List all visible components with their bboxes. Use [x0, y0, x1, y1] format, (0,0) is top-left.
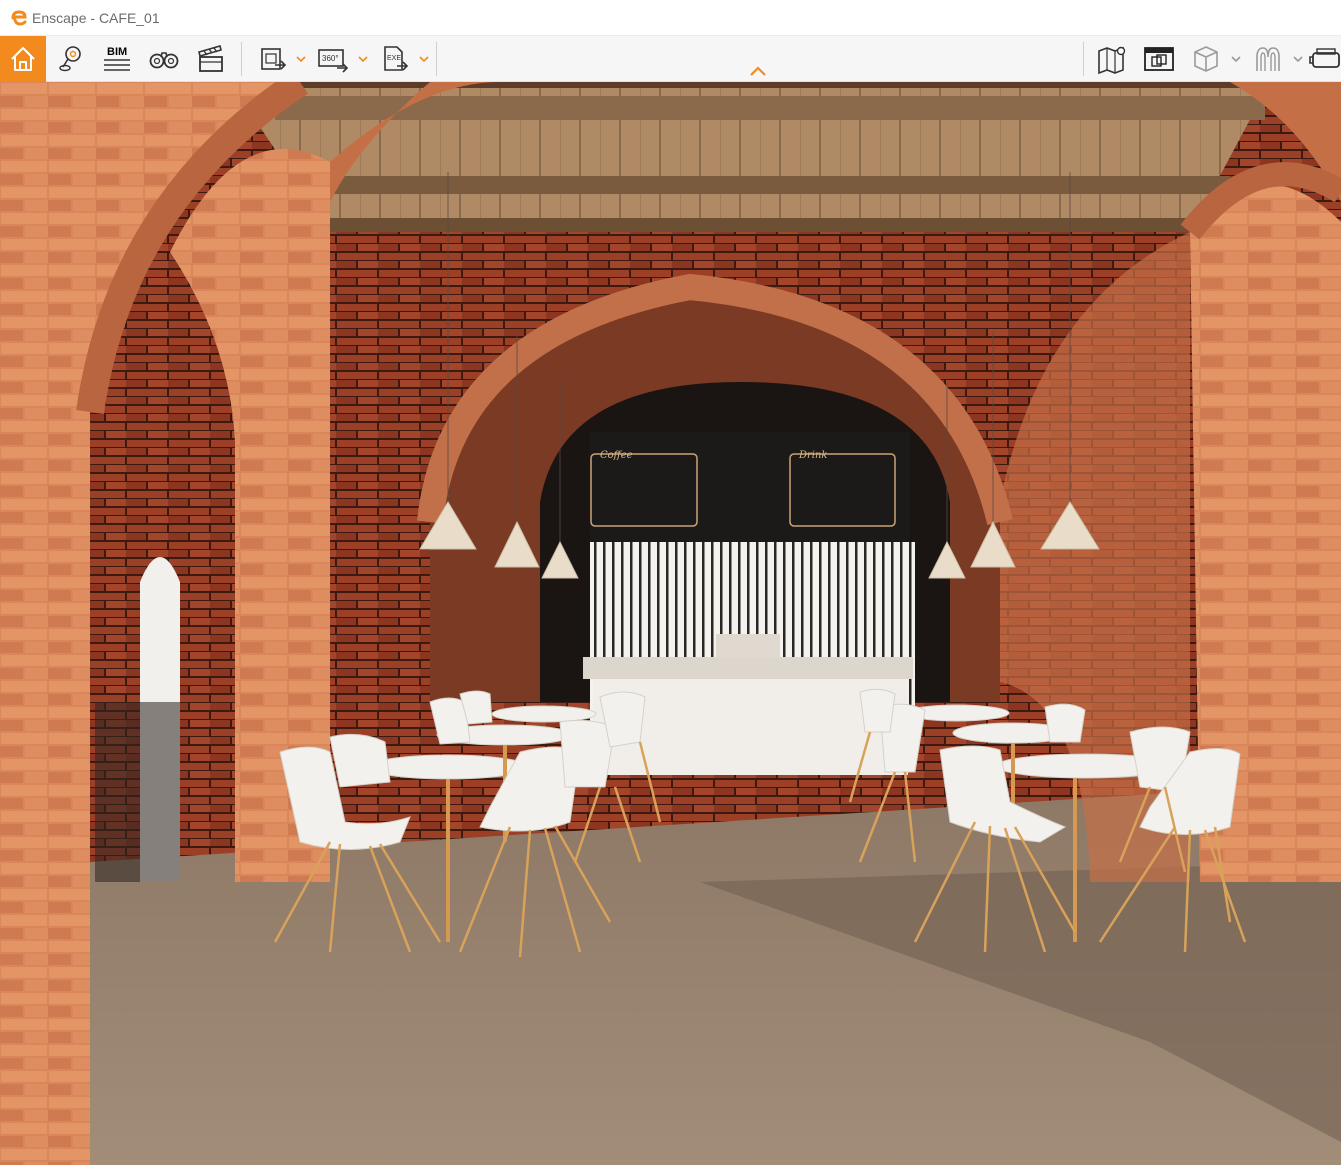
toolbar-separator — [1083, 42, 1084, 76]
home-button[interactable] — [0, 36, 46, 82]
location-button[interactable] — [47, 36, 93, 82]
cube-view-button[interactable] — [1183, 36, 1229, 82]
arch-view-icon — [1256, 47, 1280, 71]
chevron-up-icon — [750, 66, 766, 76]
panorama-export-button[interactable]: 360° — [310, 36, 356, 82]
screenshot-export-icon — [261, 48, 287, 70]
bim-label: BIM — [107, 46, 127, 58]
cafe-scene: Coffee Drink — [0, 82, 1341, 1165]
visual-settings-icon — [1144, 47, 1174, 71]
collapse-toolbar-button[interactable] — [747, 64, 769, 78]
chevron-down-icon — [1231, 56, 1241, 63]
home-icon — [11, 47, 35, 71]
title-separator: - — [86, 9, 99, 26]
chevron-down-icon — [358, 56, 368, 63]
exe-label: EXE — [387, 55, 401, 62]
arch-view-button[interactable] — [1245, 36, 1291, 82]
vr-headset-icon — [1309, 48, 1340, 68]
arch-view-dropdown[interactable] — [1291, 36, 1305, 82]
chevron-down-icon — [296, 56, 306, 63]
app-name: Enscape — [32, 9, 87, 26]
project-name: CAFE_01 — [98, 9, 160, 26]
screenshot-export-button[interactable] — [250, 36, 296, 82]
clapperboard-icon — [198, 45, 223, 72]
exe-export-icon: EXE — [384, 46, 409, 71]
title-bar: Enscape - CAFE_01 — [0, 0, 1341, 36]
main-toolbar: BIM 360° EXE — [0, 36, 1341, 82]
screenshot-export-dropdown[interactable] — [294, 36, 308, 82]
exe-export-button[interactable]: EXE — [372, 36, 418, 82]
bar-counter-top — [583, 657, 913, 679]
vr-headset-button[interactable] — [1307, 36, 1341, 82]
render-viewport[interactable]: Coffee Drink — [0, 82, 1341, 1165]
toolbar-separator — [241, 42, 242, 76]
chevron-down-icon — [1293, 56, 1303, 63]
panorama-export-dropdown[interactable] — [356, 36, 370, 82]
toolbar-separator — [436, 42, 437, 76]
drink-board-label: Drink — [798, 450, 828, 461]
cube-view-dropdown[interactable] — [1229, 36, 1243, 82]
map-icon — [1098, 46, 1126, 75]
coffee-menu-board — [590, 453, 698, 527]
enscape-logo-icon — [11, 9, 27, 26]
chevron-down-icon — [419, 56, 429, 63]
panorama-export-icon: 360° — [318, 49, 349, 73]
exe-export-dropdown[interactable] — [417, 36, 431, 82]
bim-button[interactable]: BIM — [94, 36, 140, 82]
window-title: Enscape - CAFE_01 — [32, 10, 160, 26]
video-editor-button[interactable] — [188, 36, 234, 82]
visual-settings-button[interactable] — [1136, 36, 1182, 82]
bim-icon: BIM — [104, 46, 130, 71]
binoculars-button[interactable] — [141, 36, 187, 82]
cube-view-icon — [1194, 46, 1218, 72]
map-button[interactable] — [1089, 36, 1135, 82]
coffee-board-label: Coffee — [600, 450, 633, 461]
drink-menu-board — [789, 453, 896, 527]
location-pin-icon — [59, 46, 81, 72]
binoculars-icon — [149, 52, 179, 69]
panorama-label: 360° — [322, 54, 339, 63]
